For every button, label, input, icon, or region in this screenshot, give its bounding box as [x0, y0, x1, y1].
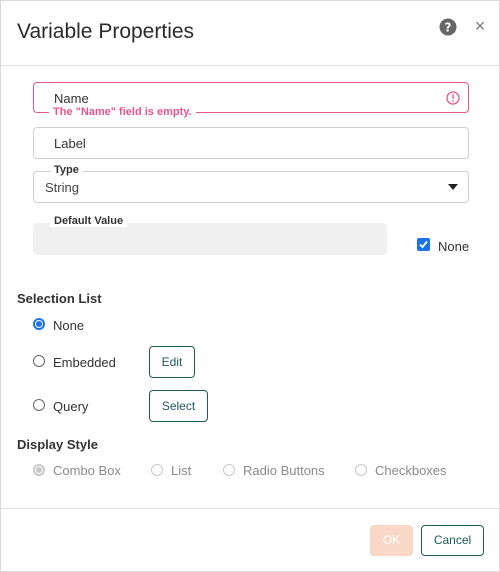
- selection-query-label: Query: [53, 399, 89, 414]
- selection-none-radio[interactable]: [33, 318, 45, 330]
- display-radio-buttons-radio[interactable]: [223, 464, 235, 476]
- ok-button[interactable]: OK: [370, 525, 413, 556]
- footer-divider: [1, 508, 499, 509]
- type-value: String: [45, 180, 79, 195]
- display-combo-box-radio[interactable]: [33, 464, 45, 476]
- variable-properties-dialog: Variable Properties ? × Name The "Name" …: [0, 0, 500, 572]
- selection-none-label: None: [53, 318, 85, 333]
- edit-button[interactable]: Edit: [149, 346, 195, 378]
- dialog-title: Variable Properties: [17, 20, 195, 43]
- selection-embedded-radio[interactable]: [33, 355, 45, 367]
- display-checkboxes-radio[interactable]: [355, 464, 367, 476]
- cancel-button[interactable]: Cancel: [421, 525, 484, 556]
- select-button[interactable]: Select: [149, 390, 208, 422]
- display-checkboxes-label: Checkboxes: [375, 463, 447, 478]
- error-icon: [446, 91, 460, 105]
- display-list-radio[interactable]: [151, 464, 163, 476]
- selection-list-title: Selection List: [17, 291, 102, 306]
- display-combo-box-label: Combo Box: [53, 463, 121, 478]
- dialog-header: Variable Properties ? ×: [1, 1, 499, 66]
- default-none-label: None: [438, 239, 470, 254]
- chevron-down-icon[interactable]: [448, 184, 458, 190]
- close-icon[interactable]: ×: [471, 17, 489, 35]
- name-error-message: The "Name" field is empty.: [49, 106, 196, 118]
- type-select[interactable]: [33, 171, 469, 203]
- default-value-input[interactable]: [33, 223, 387, 255]
- help-icon[interactable]: ?: [439, 18, 457, 36]
- selection-embedded-label: Embedded: [53, 355, 116, 370]
- type-legend: Type: [50, 164, 83, 176]
- name-field-label: Name: [54, 91, 89, 106]
- checkmark-icon: [419, 240, 428, 249]
- display-radio-buttons-label: Radio Buttons: [243, 463, 325, 478]
- label-field[interactable]: Label: [33, 127, 469, 159]
- display-style-title: Display Style: [17, 437, 98, 452]
- display-list-label: List: [171, 463, 192, 478]
- label-field-label: Label: [54, 136, 86, 151]
- default-value-legend: Default Value: [50, 215, 128, 227]
- svg-text:?: ?: [445, 21, 452, 35]
- selection-query-radio[interactable]: [33, 399, 45, 411]
- default-none-checkbox[interactable]: [417, 238, 430, 251]
